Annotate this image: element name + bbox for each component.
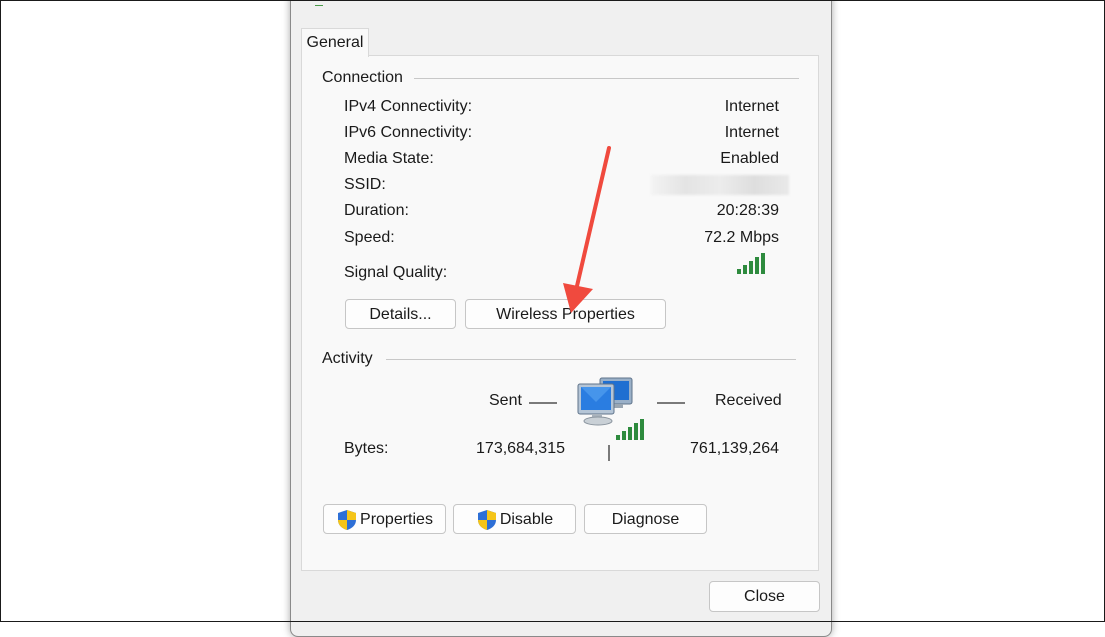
tab-general[interactable]: General	[301, 28, 369, 57]
annotation-arrow	[563, 146, 611, 313]
